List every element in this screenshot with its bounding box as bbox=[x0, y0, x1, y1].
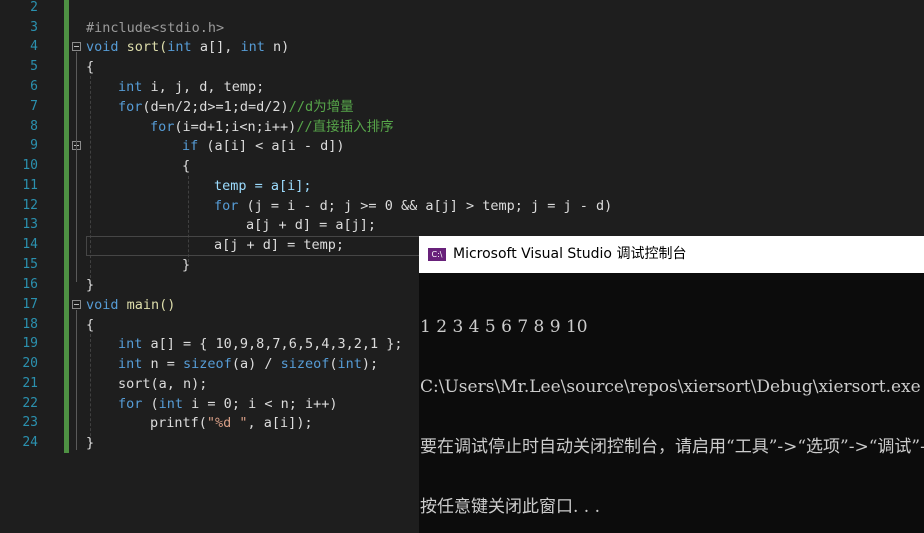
line-number: 16 bbox=[22, 277, 38, 292]
console-line: 1 2 3 4 5 6 7 8 9 10 bbox=[420, 317, 588, 337]
console-line: 按任意键关闭此窗口. . . bbox=[420, 497, 601, 517]
line-number: 8 bbox=[30, 119, 38, 134]
code-line[interactable]: int a[] = { 10,9,8,7,6,5,4,3,2,1 }; bbox=[118, 334, 402, 354]
code-line[interactable]: a[j + d] = temp; bbox=[214, 235, 344, 255]
code-line[interactable]: sort(a, n); bbox=[118, 374, 207, 394]
code-line[interactable]: #include<stdio.h> bbox=[86, 18, 224, 38]
line-number: 17 bbox=[22, 297, 38, 312]
line-number: 24 bbox=[22, 435, 38, 450]
line-number: 6 bbox=[30, 79, 38, 94]
code-line[interactable]: a[j + d] = a[j]; bbox=[246, 215, 376, 235]
code-line[interactable]: { bbox=[182, 156, 190, 176]
code-line[interactable]: for(d=n/2;d>=1;d=d/2)//d为增量 bbox=[118, 97, 354, 117]
line-number: 18 bbox=[22, 317, 38, 332]
line-number: 12 bbox=[22, 198, 38, 213]
code-line[interactable]: int i, j, d, temp; bbox=[118, 77, 264, 97]
line-number: 15 bbox=[22, 257, 38, 272]
code-line[interactable]: { bbox=[86, 57, 94, 77]
code-line[interactable]: printf("%d ", a[i]); bbox=[150, 413, 313, 433]
code-line[interactable]: if (a[i] < a[i - d]) bbox=[182, 136, 345, 156]
line-number: 10 bbox=[22, 158, 38, 173]
code-line[interactable]: } bbox=[182, 255, 190, 275]
code-line[interactable]: int n = sizeof(a) / sizeof(int); bbox=[118, 354, 378, 374]
line-number: 4 bbox=[30, 39, 38, 54]
code-line[interactable]: void main() bbox=[86, 295, 175, 315]
line-number: 2 bbox=[30, 0, 38, 15]
code-line[interactable]: for (j = i - d; j >= 0 && a[j] > temp; j… bbox=[214, 196, 612, 216]
code-line[interactable]: for (int i = 0; i < n; i++) bbox=[118, 394, 337, 414]
console-line: 要在调试停止时自动关闭控制台，请启用“工具”->“选项”->“调试”->“调试停… bbox=[420, 437, 924, 457]
line-number: 13 bbox=[22, 217, 38, 232]
line-number: 3 bbox=[30, 20, 38, 35]
line-number: 22 bbox=[22, 396, 38, 411]
console-line: C:\Users\Mr.Lee\source\repos\xiersort\De… bbox=[420, 377, 921, 397]
console-app-icon: C:\ bbox=[428, 248, 446, 261]
console-title: Microsoft Visual Studio 调试控制台 bbox=[453, 246, 687, 262]
code-line[interactable]: } bbox=[86, 433, 94, 453]
code-line[interactable]: void sort(int a[], int n) bbox=[86, 37, 289, 57]
line-number: 5 bbox=[30, 59, 38, 74]
console-title-bar[interactable]: C:\ Microsoft Visual Studio 调试控制台 bbox=[419, 236, 924, 273]
console-output: 1 2 3 4 5 6 7 8 9 10 C:\Users\Mr.Lee\sou… bbox=[419, 273, 924, 533]
code-line[interactable]: } bbox=[86, 275, 94, 295]
line-number: 9 bbox=[30, 138, 38, 153]
line-number: 11 bbox=[22, 178, 38, 193]
line-number: 7 bbox=[30, 99, 38, 114]
line-number: 14 bbox=[22, 237, 38, 252]
line-number: 21 bbox=[22, 376, 38, 391]
code-line[interactable]: for(i=d+1;i<n;i++)//直接插入排序 bbox=[150, 117, 394, 137]
debug-console-window[interactable]: C:\ Microsoft Visual Studio 调试控制台 1 2 3 … bbox=[419, 236, 924, 533]
line-number: 23 bbox=[22, 415, 38, 430]
code-line[interactable]: { bbox=[86, 315, 94, 335]
line-number: 19 bbox=[22, 336, 38, 351]
code-line[interactable]: temp = a[i]; bbox=[214, 176, 312, 196]
line-number: 20 bbox=[22, 356, 38, 371]
